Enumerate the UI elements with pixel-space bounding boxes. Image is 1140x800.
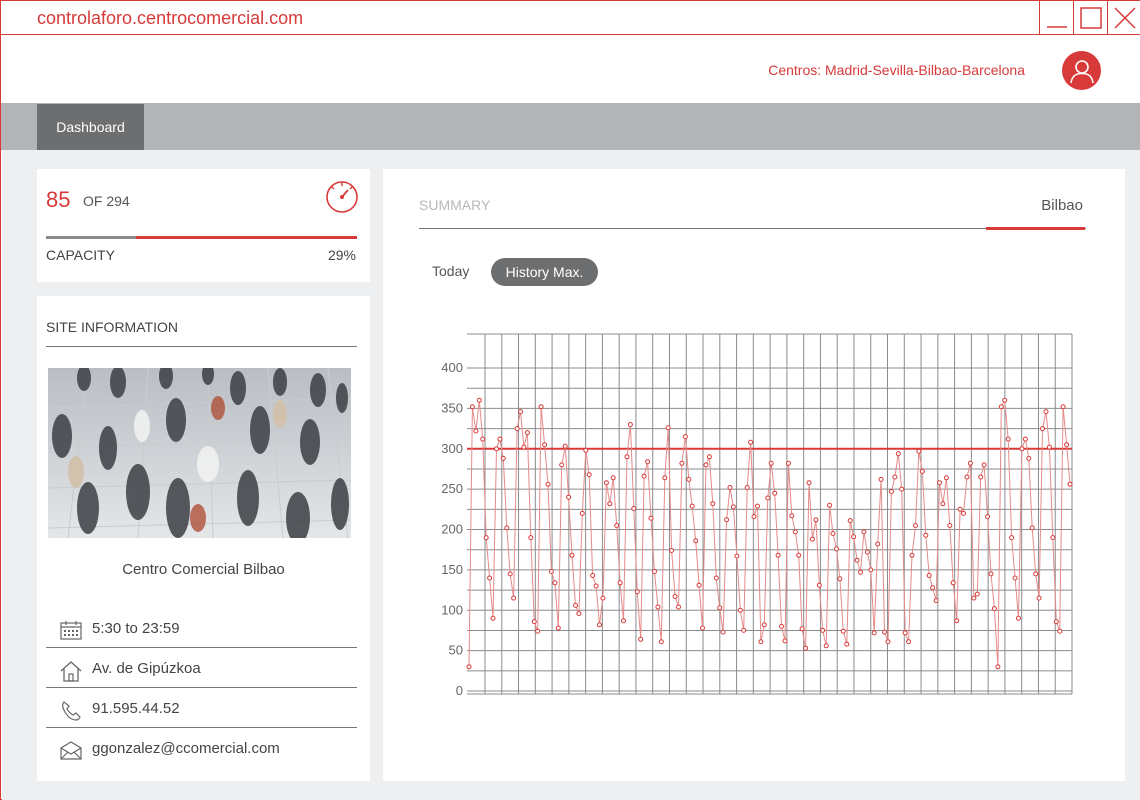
user-icon [1069, 59, 1094, 83]
capacity-card: 85 OF 294 CAPACITY 29% [37, 169, 370, 282]
crowd-image [48, 368, 351, 538]
summary-card: SUMMARY Bilbao Today History Max. [383, 169, 1125, 781]
hours-row: 5:30 to 23:59 [46, 610, 357, 648]
tab-summary[interactable]: SUMMARY [419, 197, 490, 213]
site-info-heading: SITE INFORMATION [46, 319, 178, 335]
tab-bilbao[interactable]: Bilbao [1041, 197, 1083, 214]
user-avatar-button[interactable] [1062, 51, 1101, 90]
address-row: Av. de Gipúzkoa [46, 650, 357, 688]
app-header: Centros: Madrid-Sevilla-Bilbao-Barcelona [1, 35, 1140, 103]
calendar-icon [60, 621, 82, 640]
filter-history-max[interactable]: History Max. [491, 258, 598, 286]
phone-icon [62, 701, 81, 721]
capacity-count: 85 [46, 187, 71, 212]
maximize-icon [1079, 7, 1102, 29]
capacity-bar [46, 236, 357, 239]
capacity-label: CAPACITY [46, 247, 115, 263]
active-tab-indicator [986, 227, 1085, 230]
envelope-icon [60, 741, 82, 760]
phone-row: 91.595.44.52 [46, 690, 357, 728]
divider [46, 346, 357, 347]
address-text: Av. de Gipúzkoa [92, 660, 201, 677]
phone-text[interactable]: 91.595.44.52 [92, 700, 180, 717]
hours-text: 5:30 to 23:59 [92, 620, 180, 637]
tab-dashboard[interactable]: Dashboard [37, 104, 144, 150]
close-button[interactable] [1107, 1, 1140, 35]
email-row: ggonzalez@ccomercial.com [46, 730, 357, 768]
capacity-percent: 29% [327, 247, 356, 263]
home-icon [60, 661, 82, 682]
site-name: Centro Comercial Bilbao [122, 561, 285, 578]
site-photo [48, 368, 351, 538]
minimize-button[interactable] [1039, 1, 1073, 35]
window-titlebar: controlaforo.centrocomercial.com [1, 1, 1140, 35]
close-icon [1113, 7, 1136, 29]
site-url: controlaforo.centrocomercial.com [37, 8, 304, 28]
email-text[interactable]: ggonzalez@ccomercial.com [92, 740, 280, 757]
minimize-icon [1046, 26, 1067, 28]
maximize-button[interactable] [1073, 1, 1107, 35]
filter-today[interactable]: Today [432, 263, 469, 279]
speedometer-icon [326, 181, 358, 213]
centros-link[interactable]: Centros: Madrid-Sevilla-Bilbao-Barcelona [768, 62, 1025, 78]
capacity-bar-fill [46, 236, 137, 239]
app-window: controlaforo.centrocomercial.com Centros… [0, 0, 1140, 800]
site-info-card: SITE INFORMATION Centro Comercial Bilbao… [37, 296, 370, 781]
capacity-total: OF 294 [83, 193, 130, 209]
main-nav: Dashboard [1, 103, 1140, 150]
